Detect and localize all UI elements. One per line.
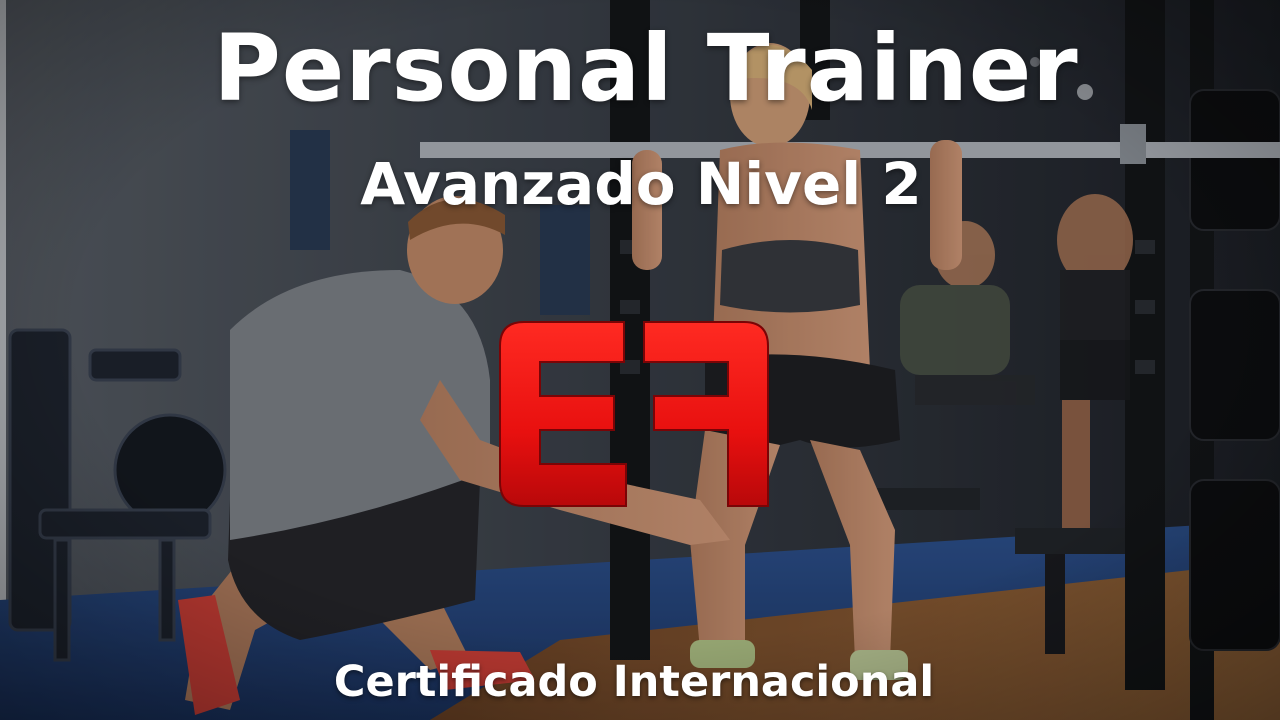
logo-letter-e <box>499 321 627 507</box>
course-level: Avanzado Nivel 2 <box>360 150 922 218</box>
logo-letter-f <box>643 321 769 507</box>
ef-logo <box>499 321 769 507</box>
banner: Personal Trainer Avanzado Nivel 2 Certif… <box>0 0 1280 720</box>
certificate-label: Certificado Internacional <box>333 657 935 707</box>
course-title: Personal Trainer <box>213 15 1079 122</box>
